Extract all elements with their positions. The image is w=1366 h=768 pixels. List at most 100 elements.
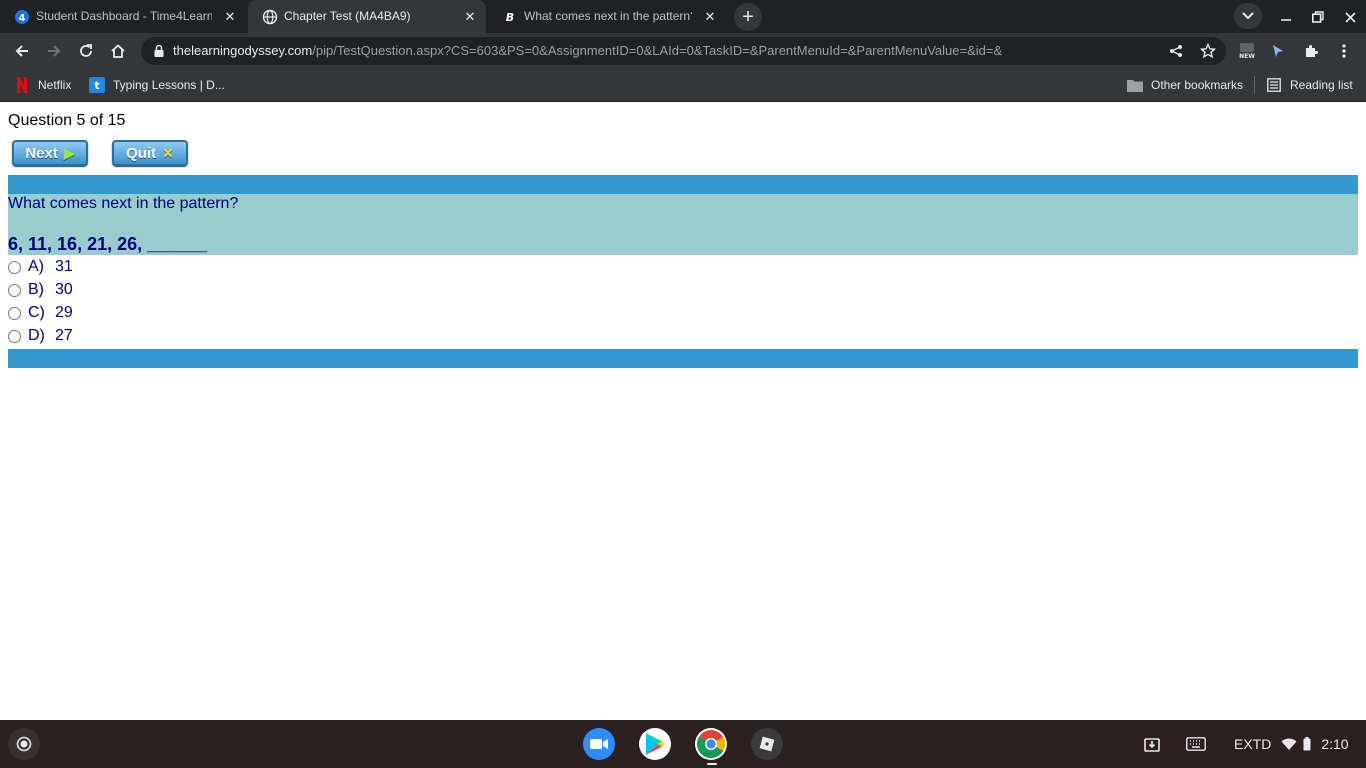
question-text: What comes next in the pattern? <box>8 195 239 212</box>
option-letter: B) <box>28 281 44 298</box>
wifi-icon <box>1281 738 1297 750</box>
bookmark-typing-lessons[interactable]: t Typing Lessons | D... <box>89 76 225 94</box>
tote-icon <box>1144 738 1160 752</box>
reading-list-button[interactable]: Reading list <box>1266 76 1353 94</box>
option-letter: C) <box>28 304 45 321</box>
ime-indicator: EXTD <box>1234 736 1272 752</box>
svg-text:t: t <box>94 79 99 92</box>
answer-option-b[interactable]: B) 30 <box>8 280 73 300</box>
new-tab-button[interactable]: + <box>734 3 762 31</box>
address-bar[interactable]: thelearningodyssey.com/pip/TestQuestion.… <box>141 37 1226 65</box>
question-progress: Question 5 of 15 <box>8 112 126 129</box>
home-button[interactable] <box>105 38 131 64</box>
battery-icon <box>1303 737 1311 751</box>
option-value: 29 <box>55 304 73 321</box>
extension-new-button[interactable]: NEW <box>1234 38 1260 64</box>
launcher-icon <box>16 736 32 752</box>
tab-search-button[interactable] <box>1234 3 1262 29</box>
svg-text:NEW: NEW <box>1239 53 1255 60</box>
brainly-icon: B <box>502 9 518 25</box>
pattern-sequence: 6, 11, 16, 21, 26, ______ <box>8 234 208 254</box>
option-value: 31 <box>55 258 73 275</box>
chrome-menu-button[interactable] <box>1331 38 1357 64</box>
radio-button[interactable] <box>8 329 21 343</box>
forward-button[interactable] <box>41 38 67 64</box>
play-arrow-icon: ▶ <box>63 144 75 161</box>
play-store-app[interactable] <box>639 728 671 760</box>
chrome-icon <box>697 730 725 758</box>
chevron-down-icon <box>1242 12 1254 20</box>
x-icon: ✕ <box>162 144 174 161</box>
answer-option-a[interactable]: A) 31 <box>8 257 73 277</box>
typing-icon: t <box>89 77 105 93</box>
tab-title: Student Dashboard - Time4Learning <box>36 9 212 23</box>
status-area[interactable]: EXTD 2:10 <box>1224 728 1358 760</box>
option-value: 30 <box>55 281 73 298</box>
minimize-icon <box>1281 19 1291 21</box>
reading-list-label: Reading list <box>1290 78 1353 92</box>
restore-window-button[interactable] <box>1308 7 1328 27</box>
lock-icon[interactable] <box>152 44 166 58</box>
roblox-icon <box>759 736 775 752</box>
roblox-app[interactable] <box>751 728 783 760</box>
quit-button[interactable]: Quit ✕ <box>112 140 188 166</box>
svg-text:4: 4 <box>19 13 26 24</box>
reload-button[interactable] <box>73 38 99 64</box>
question-header-bar <box>8 175 1358 194</box>
bookmark-netflix[interactable]: Netflix <box>14 76 71 94</box>
extension-badge-icon: NEW <box>1239 43 1255 60</box>
play-store-icon <box>646 733 665 755</box>
answer-option-d[interactable]: D) 27 <box>8 326 73 346</box>
zoom-app[interactable] <box>583 728 615 760</box>
svg-text:B: B <box>506 11 514 24</box>
extensions-button[interactable] <box>1298 38 1324 64</box>
next-label: Next <box>25 144 58 162</box>
radio-button[interactable] <box>8 306 21 320</box>
close-tab-icon[interactable]: ✕ <box>702 9 718 25</box>
bookmark-star-icon[interactable] <box>1200 43 1216 59</box>
cursor-extension-button[interactable] <box>1265 38 1291 64</box>
back-button[interactable] <box>9 38 35 64</box>
bookmarks-bar: Netflix t Typing Lessons | D... Other bo… <box>0 69 1366 102</box>
url-path: /pip/TestQuestion.aspx?CS=603&PS=0&Assig… <box>312 43 1003 58</box>
radio-button[interactable] <box>8 283 21 297</box>
puzzle-icon <box>1306 45 1318 57</box>
os-shelf: EXTD 2:10 <box>0 720 1366 768</box>
folder-icon <box>1127 77 1143 93</box>
next-button[interactable]: Next ▶ <box>12 140 88 166</box>
close-tab-icon[interactable]: ✕ <box>462 9 478 25</box>
option-letter: D) <box>28 327 45 344</box>
kebab-menu-icon <box>1342 44 1346 58</box>
question-footer-bar <box>8 349 1358 368</box>
tab-pattern-question[interactable]: B What comes next in the pattern? ✕ <box>488 0 726 33</box>
globe-icon <box>262 9 278 25</box>
minimize-window-button[interactable] <box>1276 7 1296 27</box>
keyboard-icon <box>1186 737 1206 751</box>
reload-icon <box>80 44 92 57</box>
test-page: Question 5 of 15 Next ▶ Quit ✕ What come… <box>0 103 1366 720</box>
bookmark-label: Netflix <box>38 78 72 92</box>
clock: 2:10 <box>1321 736 1349 752</box>
close-icon <box>1344 11 1356 23</box>
holding-space-button[interactable] <box>1136 728 1168 760</box>
close-window-button[interactable] <box>1340 7 1360 27</box>
reading-list-icon <box>1266 77 1282 93</box>
tab-strip: 4 Student Dashboard - Time4Learning ✕ Ch… <box>0 0 1366 33</box>
question-block: What comes next in the pattern? 6, 11, 1… <box>8 194 1358 255</box>
share-icon[interactable] <box>1168 43 1184 59</box>
option-letter: A) <box>28 258 44 275</box>
restore-icon <box>1312 11 1324 23</box>
other-bookmarks-folder[interactable]: Other bookmarks <box>1127 76 1243 94</box>
close-tab-icon[interactable]: ✕ <box>222 9 238 25</box>
quit-label: Quit <box>126 144 157 162</box>
radio-button[interactable] <box>8 260 21 274</box>
tab-chapter-test[interactable]: Chapter Test (MA4BA9) ✕ <box>248 0 486 33</box>
option-value: 27 <box>55 327 73 344</box>
answer-option-c[interactable]: C) 29 <box>8 303 73 323</box>
virtual-keyboard-button[interactable] <box>1180 728 1212 760</box>
chrome-app[interactable] <box>695 728 727 760</box>
url-host: thelearningodyssey.com <box>173 43 313 58</box>
launcher-button[interactable] <box>8 728 40 760</box>
tab-student-dashboard[interactable]: 4 Student Dashboard - Time4Learning ✕ <box>0 0 246 33</box>
tab-title: Chapter Test (MA4BA9) <box>284 9 411 23</box>
